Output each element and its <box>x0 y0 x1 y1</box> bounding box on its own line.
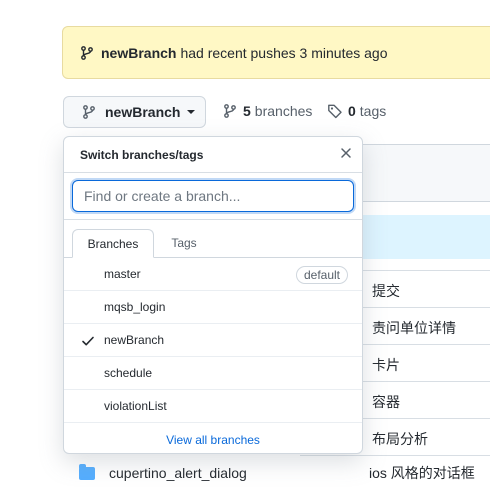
banner-branch-name[interactable]: newBranch <box>101 45 176 61</box>
branch-item-schedule[interactable]: schedule <box>64 357 362 390</box>
branch-name: violationList <box>104 399 167 413</box>
branch-item-mqsb-login[interactable]: mqsb_login <box>64 291 362 324</box>
popup-title: Switch branches/tags <box>80 147 204 162</box>
caret-down-icon <box>187 110 196 114</box>
recent-pushes-banner: newBranch had recent pushes 3 minutes ag… <box>62 26 490 79</box>
branch-name: mqsb_login <box>104 300 166 314</box>
git-branch-icon <box>79 45 95 61</box>
git-branch-icon <box>222 103 238 119</box>
branch-switcher-popup: Switch branches/tags Branches Tags maste… <box>63 136 363 454</box>
file-row[interactable]: cupertino_alert_dialog ios 风格的对话框 <box>62 455 490 491</box>
branch-name: schedule <box>104 366 153 380</box>
close-icon[interactable] <box>338 145 354 161</box>
default-badge: default <box>295 266 348 284</box>
tag-icon <box>327 103 343 119</box>
tag-count: 0 <box>348 103 356 119</box>
tags-link[interactable]: 0 tags <box>327 103 386 119</box>
popup-header: Switch branches/tags <box>64 137 362 173</box>
commit-message[interactable]: 布局分析 <box>372 429 428 449</box>
commit-message[interactable]: 容器 <box>372 392 400 412</box>
branch-name: newBranch <box>104 333 165 347</box>
folder-icon <box>79 463 95 480</box>
search-wrap <box>64 173 362 220</box>
tab-tags[interactable]: Tags <box>154 228 214 257</box>
commit-message[interactable]: 卡片 <box>372 355 400 375</box>
branch-item-newbranch[interactable]: newBranch <box>64 324 362 357</box>
branch-selector-label: newBranch <box>105 104 181 120</box>
branch-search-input[interactable] <box>72 180 354 212</box>
banner-message: had recent pushes 3 minutes ago <box>180 44 388 61</box>
commit-message[interactable]: 责问单位详情 <box>372 318 456 338</box>
view-all-branches-link[interactable]: View all branches <box>64 423 362 456</box>
branches-label: branches <box>254 103 313 119</box>
check-icon <box>81 334 95 348</box>
branch-count: 5 <box>243 103 251 119</box>
tab-branches[interactable]: Branches <box>72 229 154 258</box>
git-branch-icon <box>81 104 97 120</box>
commit-message[interactable]: ios 风格的对话框 <box>369 463 475 483</box>
branches-link[interactable]: 5 branches <box>222 103 312 119</box>
branch-tabs: Branches Tags <box>64 220 362 258</box>
branch-name: master <box>104 267 141 281</box>
branch-selector-button[interactable]: newBranch <box>63 96 206 128</box>
commit-message[interactable]: 提交 <box>372 281 400 301</box>
branch-item-violationlist[interactable]: violationList <box>64 390 362 423</box>
branch-item-master[interactable]: master default <box>64 258 362 291</box>
file-name-link[interactable]: cupertino_alert_dialog <box>109 465 369 481</box>
tags-label: tags <box>359 103 387 119</box>
